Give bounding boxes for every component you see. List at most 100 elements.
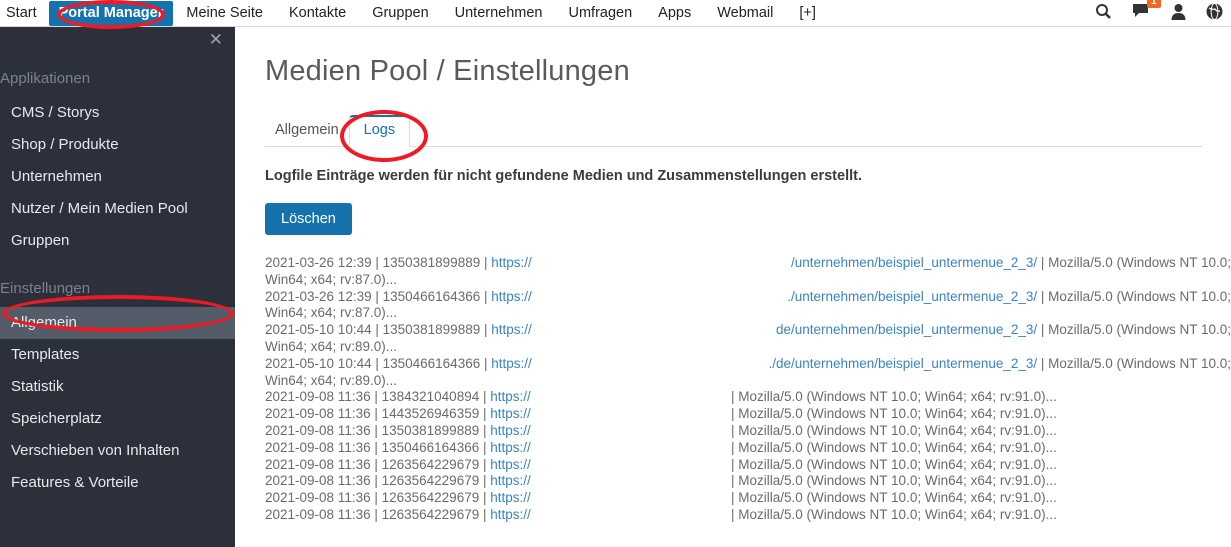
sidebar-item-label: Allgemein (11, 314, 77, 331)
sidebar-item-speicherplatz[interactable]: Speicherplatz (0, 403, 235, 435)
log-url-link[interactable]: https:// (490, 507, 531, 522)
sidebar-item-shop-produkte[interactable]: Shop / Produkte (0, 129, 235, 161)
log-entry-head: 2021-09-08 11:36 | 1263564229679 | https… (265, 473, 531, 490)
sidebar-item-label: Nutzer / Mein Medien Pool (11, 200, 188, 217)
sidebar-content: Applikationen CMS / Storys Shop / Produkte… (0, 27, 235, 499)
sidebar-item-allgemein[interactable]: Allgemein (0, 307, 235, 339)
sidebar-item-label: Shop / Produkte (11, 136, 119, 153)
log-url-link[interactable]: https:// (490, 406, 531, 421)
log-url-link[interactable]: https:// (490, 473, 531, 488)
tab-logs[interactable]: Logs (349, 115, 410, 147)
nav-item-kontakte[interactable]: Kontakte (276, 0, 359, 27)
log-entry-head: 2021-09-08 11:36 | 1263564229679 | https… (265, 507, 531, 524)
sidebar-item-label: CMS / Storys (11, 104, 99, 121)
log-entry-tail: de/unternehmen/beispiel_untermenue_2_3/ … (731, 322, 1231, 339)
nav-item-umfragen[interactable]: Umfragen (556, 0, 646, 27)
sidebar-group-title: Einstellungen (0, 277, 235, 301)
sidebar-group-title: Applikationen (0, 67, 235, 91)
log-user-agent: | Mozilla/5.0 (Windows NT 10.0; Win64; x… (731, 440, 1057, 455)
page-title: Medien Pool / Einstellungen (265, 55, 1231, 88)
log-timestamp: 2021-09-08 11:36 (265, 457, 371, 472)
sidebar-item-features-vorteile[interactable]: Features & Vorteile (0, 467, 235, 499)
messages-icon[interactable]: 1 (1132, 3, 1151, 25)
globe-icon[interactable] (1206, 3, 1223, 25)
log-entry-tail: | Mozilla/5.0 (Windows NT 10.0; Win64; x… (731, 406, 1231, 423)
log-url-link[interactable]: https:// (491, 289, 532, 304)
log-continuation: Win64; x64; rv:89.0)... (265, 339, 397, 356)
log-id: 1350466164366 (383, 356, 481, 371)
nav-item-start[interactable]: Start (0, 0, 49, 27)
log-timestamp: 2021-05-10 10:44 (265, 356, 372, 371)
nav-item-gruppen[interactable]: Gruppen (359, 0, 441, 27)
log-timestamp: 2021-09-08 11:36 (265, 389, 371, 404)
log-url-link[interactable]: https:// (490, 457, 531, 472)
log-path-link[interactable]: de/unternehmen/beispiel_untermenue_2_3/ (776, 322, 1037, 337)
sidebar-item-cms-storys[interactable]: CMS / Storys (0, 97, 235, 129)
log-id: 1350381899889 (383, 255, 481, 270)
sidebar-item-label: Templates (11, 346, 79, 363)
log-entry-tail: /unternehmen/beispiel_untermenue_2_3/ | … (731, 255, 1231, 272)
log-user-agent: | Mozilla/5.0 (Windows NT 10.0; Win64; x… (731, 389, 1057, 404)
search-icon[interactable] (1095, 3, 1112, 25)
log-path-link[interactable]: ./de/unternehmen/beispiel_untermenue_2_3… (768, 356, 1037, 371)
nav-item-portal-manager[interactable]: Portal Manager (49, 1, 174, 26)
nav-item-meine-seite[interactable]: Meine Seite (173, 0, 276, 27)
log-entry: 2021-03-26 12:39 | 1350381899889 | https… (265, 255, 1231, 289)
sidebar-item-statistik[interactable]: Statistik (0, 371, 235, 403)
log-entry-tail: | Mozilla/5.0 (Windows NT 10.0; Win64; x… (731, 423, 1231, 440)
log-list: 2021-03-26 12:39 | 1350381899889 | https… (265, 255, 1231, 524)
log-entry-tail: | Mozilla/5.0 (Windows NT 10.0; Win64; x… (731, 473, 1231, 490)
log-entry: 2021-09-08 11:36 | 1350466164366 | https… (265, 440, 1231, 457)
sidebar-item-label: Speicherplatz (11, 410, 102, 427)
sidebar-item-gruppen[interactable]: Gruppen (0, 225, 235, 257)
log-entry: 2021-09-08 11:36 | 1384321040894 | https… (265, 389, 1231, 406)
log-timestamp: 2021-03-26 12:39 (265, 289, 372, 304)
sidebar-item-label: Gruppen (11, 232, 69, 249)
log-id: 1384321040894 (382, 389, 480, 404)
log-entry-tail: | Mozilla/5.0 (Windows NT 10.0; Win64; x… (731, 457, 1231, 474)
log-entry: 2021-03-26 12:39 | 1350466164366 | https… (265, 289, 1231, 323)
log-url-link[interactable]: https:// (490, 440, 531, 455)
sidebar-item-nutzer-mein-medien-pool[interactable]: Nutzer / Mein Medien Pool (0, 193, 235, 225)
sidebar-item-unternehmen[interactable]: Unternehmen (0, 161, 235, 193)
log-url-link[interactable]: https:// (490, 423, 531, 438)
log-path-link[interactable]: ./unternehmen/beispiel_untermenue_2_3/ (787, 289, 1037, 304)
top-navigation-bar: StartPortal ManagerMeine SeiteKontakteGr… (0, 0, 1231, 27)
log-timestamp: 2021-03-26 12:39 (265, 255, 372, 270)
log-entry-head: 2021-09-08 11:36 | 1350466164366 | https… (265, 440, 531, 457)
log-url-link[interactable]: https:// (490, 490, 531, 505)
delete-button[interactable]: Löschen (265, 203, 352, 235)
tab-allgemein[interactable]: Allgemein (265, 116, 349, 146)
nav-item-webmail[interactable]: Webmail (704, 0, 786, 27)
log-entry-head: 2021-09-08 11:36 | 1263564229679 | https… (265, 457, 531, 474)
sidebar-item-verschieben-von-inhalten[interactable]: Verschieben von Inhalten (0, 435, 235, 467)
nav-item-unternehmen[interactable]: Unternehmen (442, 0, 556, 27)
nav-item-apps[interactable]: Apps (645, 0, 704, 27)
log-user-agent: | Mozilla/5.0 (Windows NT 10.0; Win64; x… (731, 423, 1057, 438)
log-timestamp: 2021-09-08 11:36 (265, 440, 371, 455)
sidebar-item-label: Features & Vorteile (11, 474, 139, 491)
log-url-link[interactable]: https:// (491, 356, 532, 371)
log-url-link[interactable]: https:// (491, 255, 532, 270)
log-url-link[interactable]: https:// (490, 389, 531, 404)
log-continuation: Win64; x64; rv:87.0)... (265, 272, 397, 289)
log-entry: 2021-09-08 11:36 | 1350381899889 | https… (265, 423, 1231, 440)
log-url-link[interactable]: https:// (491, 322, 532, 337)
log-timestamp: 2021-05-10 10:44 (265, 322, 372, 337)
log-entry: 2021-05-10 10:44 | 1350466164366 | https… (265, 356, 1231, 390)
log-timestamp: 2021-09-08 11:36 (265, 473, 371, 488)
user-icon[interactable] (1171, 3, 1186, 25)
close-icon[interactable]: ✕ (209, 31, 223, 48)
sidebar-item-templates[interactable]: Templates (0, 339, 235, 371)
log-user-agent: | Mozilla/5.0 (Windows NT 10.0; Win64; x… (731, 507, 1057, 522)
log-entry-tail: | Mozilla/5.0 (Windows NT 10.0; Win64; x… (731, 490, 1231, 507)
log-user-agent: | Mozilla/5.0 (Windows NT 10.0; (1041, 322, 1231, 337)
log-user-agent: | Mozilla/5.0 (Windows NT 10.0; (1041, 255, 1231, 270)
log-id: 1350381899889 (382, 423, 480, 438)
log-entry-head: 2021-09-08 11:36 | 1384321040894 | https… (265, 389, 531, 406)
sidebar-item-label: Unternehmen (11, 168, 102, 185)
log-entry-tail: ./unternehmen/beispiel_untermenue_2_3/ |… (731, 289, 1231, 306)
log-path-link[interactable]: /unternehmen/beispiel_untermenue_2_3/ (791, 255, 1037, 270)
log-user-agent: | Mozilla/5.0 (Windows NT 10.0; Win64; x… (731, 473, 1057, 488)
nav-item-[interactable]: [+] (786, 0, 829, 27)
